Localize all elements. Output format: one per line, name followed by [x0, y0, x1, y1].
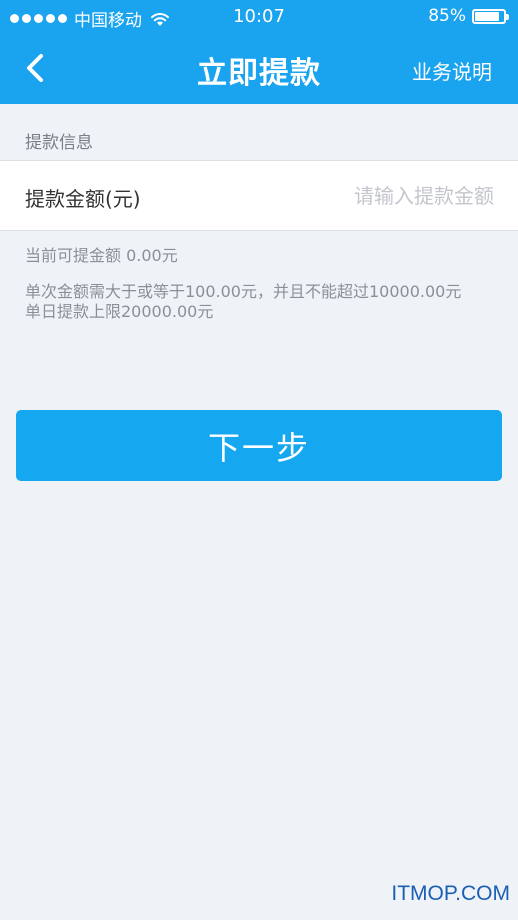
help-link[interactable]: 业务说明 — [412, 56, 492, 85]
next-step-button[interactable]: 下一步 — [16, 410, 502, 481]
battery-percent: 85% — [428, 6, 466, 26]
single-limit-hint: 单次金额需大于或等于100.00元，并且不能超过10000.00元 — [25, 282, 462, 301]
available-amount-hint: 当前可提金额 0.00元 — [25, 246, 178, 265]
chevron-left-icon — [27, 54, 43, 82]
withdraw-hints: 当前可提金额 0.00元 单次金额需大于或等于100.00元，并且不能超过100… — [25, 246, 495, 322]
amount-input[interactable] — [254, 177, 494, 215]
app-header: 中国移动 10:07 85% 立即提款 业务说明 — [0, 0, 518, 104]
back-button[interactable] — [14, 46, 58, 90]
battery-icon — [472, 8, 509, 24]
battery-fill — [475, 11, 499, 21]
status-right: 85% — [428, 6, 509, 26]
amount-label: 提款金额(元) — [25, 187, 141, 211]
section-title: 提款信息 — [25, 133, 93, 153]
watermark: ITMOP.COM — [391, 882, 510, 905]
amount-row: 提款金额(元) — [0, 160, 518, 231]
nav-bar: 立即提款 业务说明 — [0, 34, 518, 104]
daily-limit-hint: 单日提款上限20000.00元 — [25, 302, 214, 321]
status-bar: 中国移动 10:07 85% — [0, 0, 518, 34]
